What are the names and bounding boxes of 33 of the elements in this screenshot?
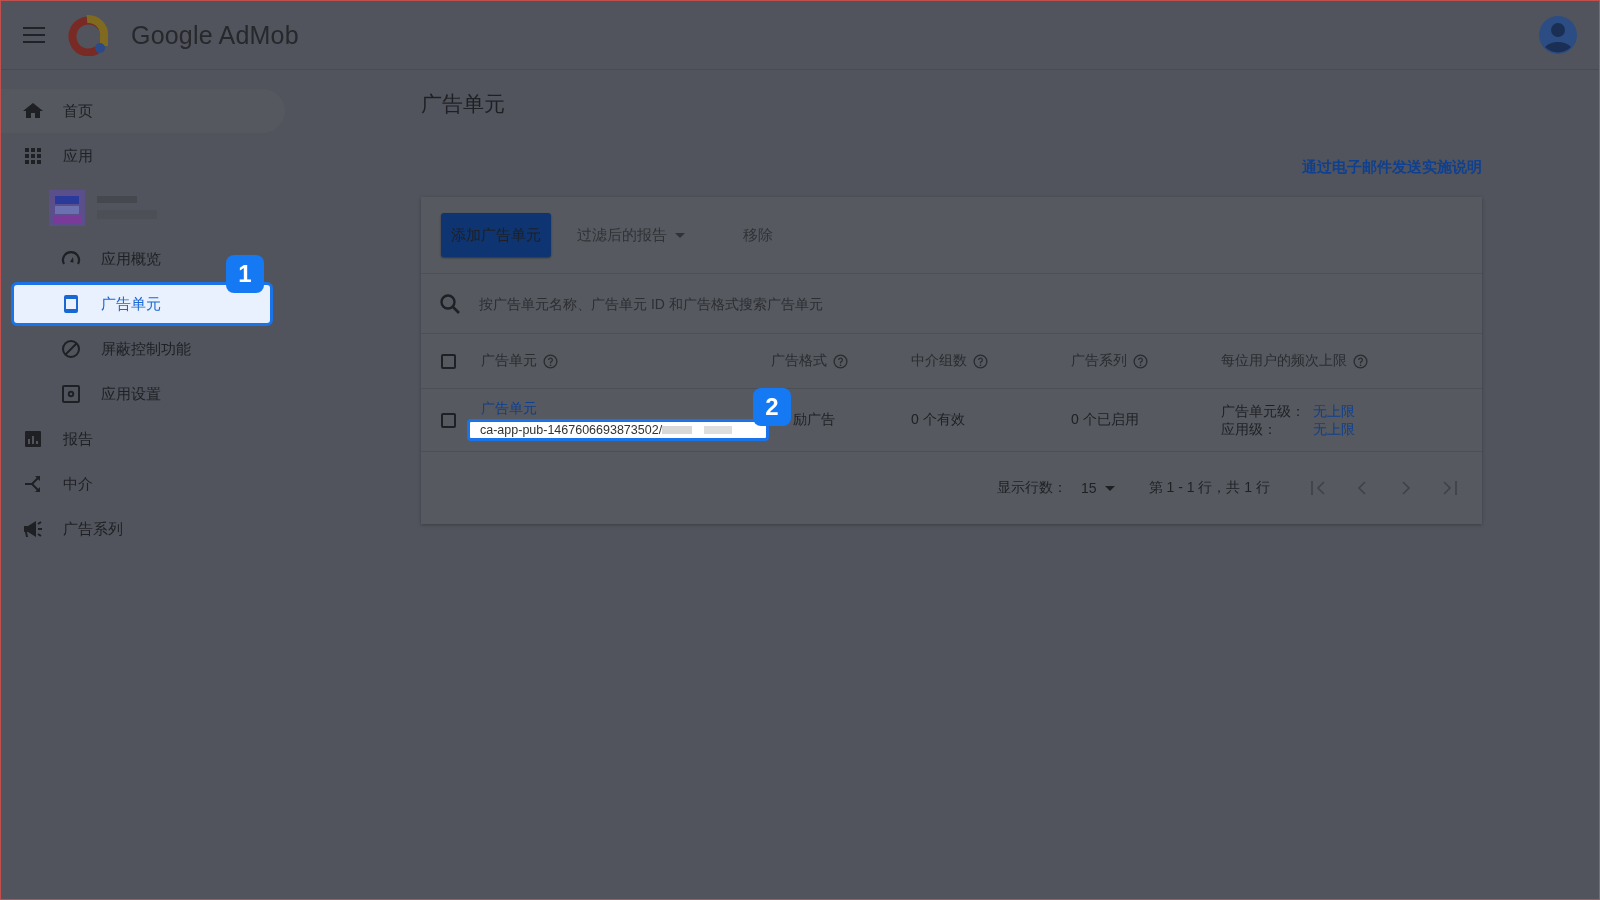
row-checkbox[interactable] [441,412,456,428]
menu-icon[interactable] [23,27,45,43]
merge-icon [23,474,43,494]
sidebar-item[interactable]: 应用 [1,134,105,178]
sidebar-item[interactable]: 报告 [1,417,105,461]
rows-per-page-dropdown[interactable]: 15 [1081,480,1115,496]
sidebar-item[interactable]: 首页 [1,89,285,133]
page-title: 广告单元 [421,91,506,117]
logo-icon [67,14,109,56]
blurred-text-icon [662,425,733,434]
ad-unit-link[interactable]: 广告单元 [481,399,537,418]
grid-icon [23,146,43,166]
caret-icon [675,232,685,238]
sidebar-item[interactable]: 广告系列 [1,507,135,551]
table-cell-text: 0 个有效 [911,411,966,429]
sidebar-item[interactable]: 广告单元 [11,282,273,326]
add-button[interactable]: 添加广告单元 [441,213,551,257]
avatar-icon[interactable] [1539,16,1577,54]
search-icon [439,292,461,315]
select-all-checkbox[interactable] [441,353,456,369]
bar-chart-icon [23,429,43,449]
phone-icon [61,294,81,314]
megaphone-icon [23,519,43,539]
settings-icon [61,384,81,404]
callout-badge: 1 [226,255,264,293]
home-icon [23,101,43,121]
block-icon [61,339,81,359]
email-instructions-link[interactable]: 通过电子邮件发送实施说明 [1302,158,1482,177]
callout-badge: 2 [753,387,791,426]
ad-unit-id: ca-app-pub-1467606693873502/ [467,418,769,441]
table-cell-text: 励广告 [793,411,836,429]
cap-label: 应用级： [1221,420,1278,438]
caret-icon [1104,485,1115,491]
